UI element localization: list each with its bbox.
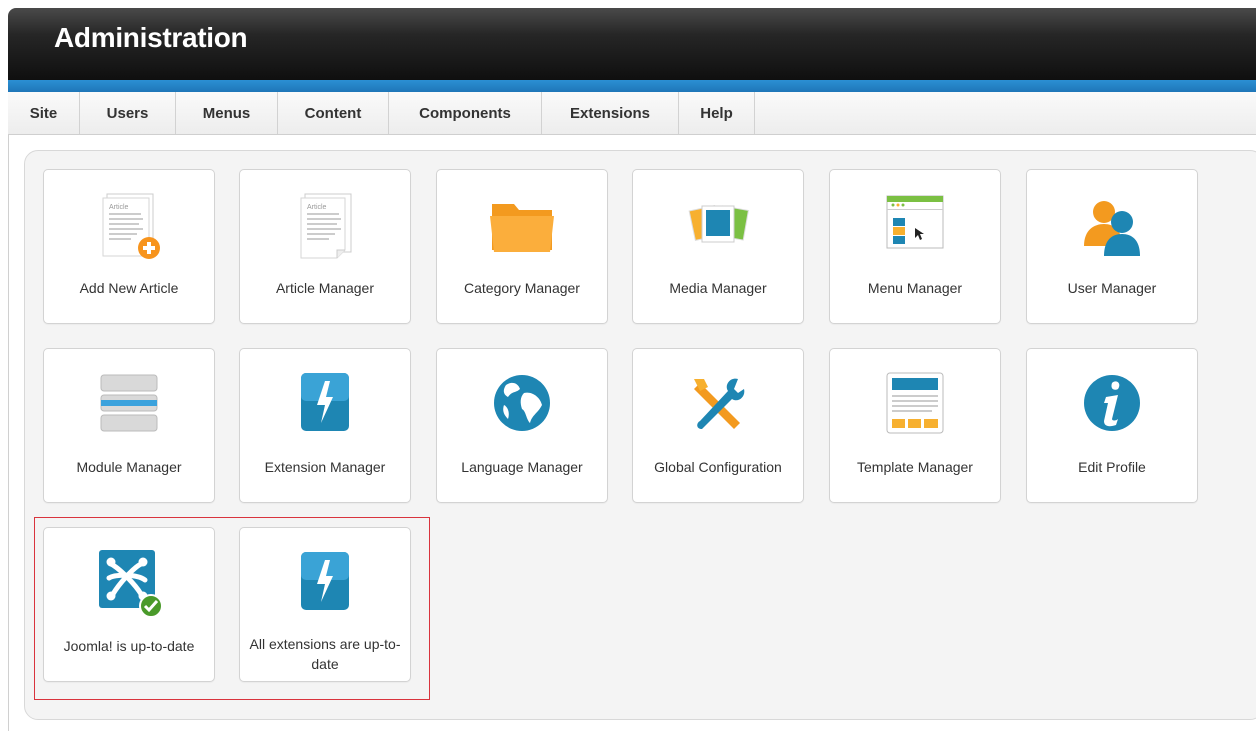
add-article-icon: Article bbox=[102, 193, 160, 259]
menu-site[interactable]: Site bbox=[8, 92, 80, 134]
tile-module-manager[interactable]: Module Manager bbox=[43, 348, 215, 503]
menu-components[interactable]: Components bbox=[389, 92, 542, 134]
tile-label: Global Configuration bbox=[654, 459, 782, 475]
tile-label: Media Manager bbox=[669, 280, 767, 296]
tile-label: User Manager bbox=[1067, 280, 1157, 296]
tile-media-manager[interactable]: Media Manager bbox=[632, 169, 804, 324]
lightning-icon bbox=[301, 373, 349, 431]
tile-label: Edit Profile bbox=[1078, 459, 1146, 475]
tile-language-manager[interactable]: Language Manager bbox=[436, 348, 608, 503]
tile-label: Template Manager bbox=[857, 459, 973, 475]
folder-icon bbox=[490, 204, 554, 252]
page-title: Administration bbox=[54, 22, 248, 53]
info-icon bbox=[1084, 375, 1140, 431]
content-divider bbox=[8, 134, 9, 731]
tile-article-manager[interactable]: Article Article Manager bbox=[239, 169, 411, 324]
header-accent-bar bbox=[8, 80, 1256, 92]
tile-label: Language Manager bbox=[461, 459, 583, 475]
globe-icon bbox=[494, 375, 550, 431]
tile-add-new-article[interactable]: Article Add New Article bbox=[43, 169, 215, 324]
menu-help[interactable]: Help bbox=[679, 92, 755, 134]
update-status-highlight bbox=[34, 517, 430, 700]
tools-icon bbox=[694, 378, 745, 429]
tile-template-manager[interactable]: Template Manager bbox=[829, 348, 1001, 503]
main-menu-bar: Site Users Menus Content Components Exte… bbox=[8, 92, 1256, 135]
menu-extensions[interactable]: Extensions bbox=[542, 92, 679, 134]
media-icon bbox=[688, 205, 749, 243]
module-stack-icon bbox=[100, 374, 158, 432]
menu-users[interactable]: Users bbox=[80, 92, 176, 134]
tile-extension-manager[interactable]: Extension Manager bbox=[239, 348, 411, 503]
tile-menu-manager[interactable]: Menu Manager bbox=[829, 169, 1001, 324]
tile-label: Article Manager bbox=[275, 280, 375, 296]
tile-label: Add New Article bbox=[79, 280, 179, 296]
tile-edit-profile[interactable]: Edit Profile bbox=[1026, 348, 1198, 503]
svg-text:Article: Article bbox=[109, 204, 129, 211]
tile-user-manager[interactable]: User Manager bbox=[1026, 169, 1198, 324]
tile-label: Module Manager bbox=[76, 459, 182, 475]
template-icon bbox=[886, 372, 944, 434]
menu-menus[interactable]: Menus bbox=[176, 92, 278, 134]
svg-text:Article: Article bbox=[307, 204, 327, 211]
article-icon: Article bbox=[300, 193, 352, 259]
menu-content[interactable]: Content bbox=[278, 92, 389, 134]
tile-global-configuration[interactable]: Global Configuration bbox=[632, 348, 804, 503]
tile-category-manager[interactable]: Category Manager bbox=[436, 169, 608, 324]
users-icon bbox=[1084, 201, 1140, 256]
tile-label: Category Manager bbox=[464, 280, 580, 296]
tile-label: Extension Manager bbox=[264, 459, 386, 475]
tile-label: Menu Manager bbox=[867, 280, 963, 296]
menu-window-icon bbox=[886, 195, 944, 249]
admin-header: Administration bbox=[8, 8, 1256, 84]
